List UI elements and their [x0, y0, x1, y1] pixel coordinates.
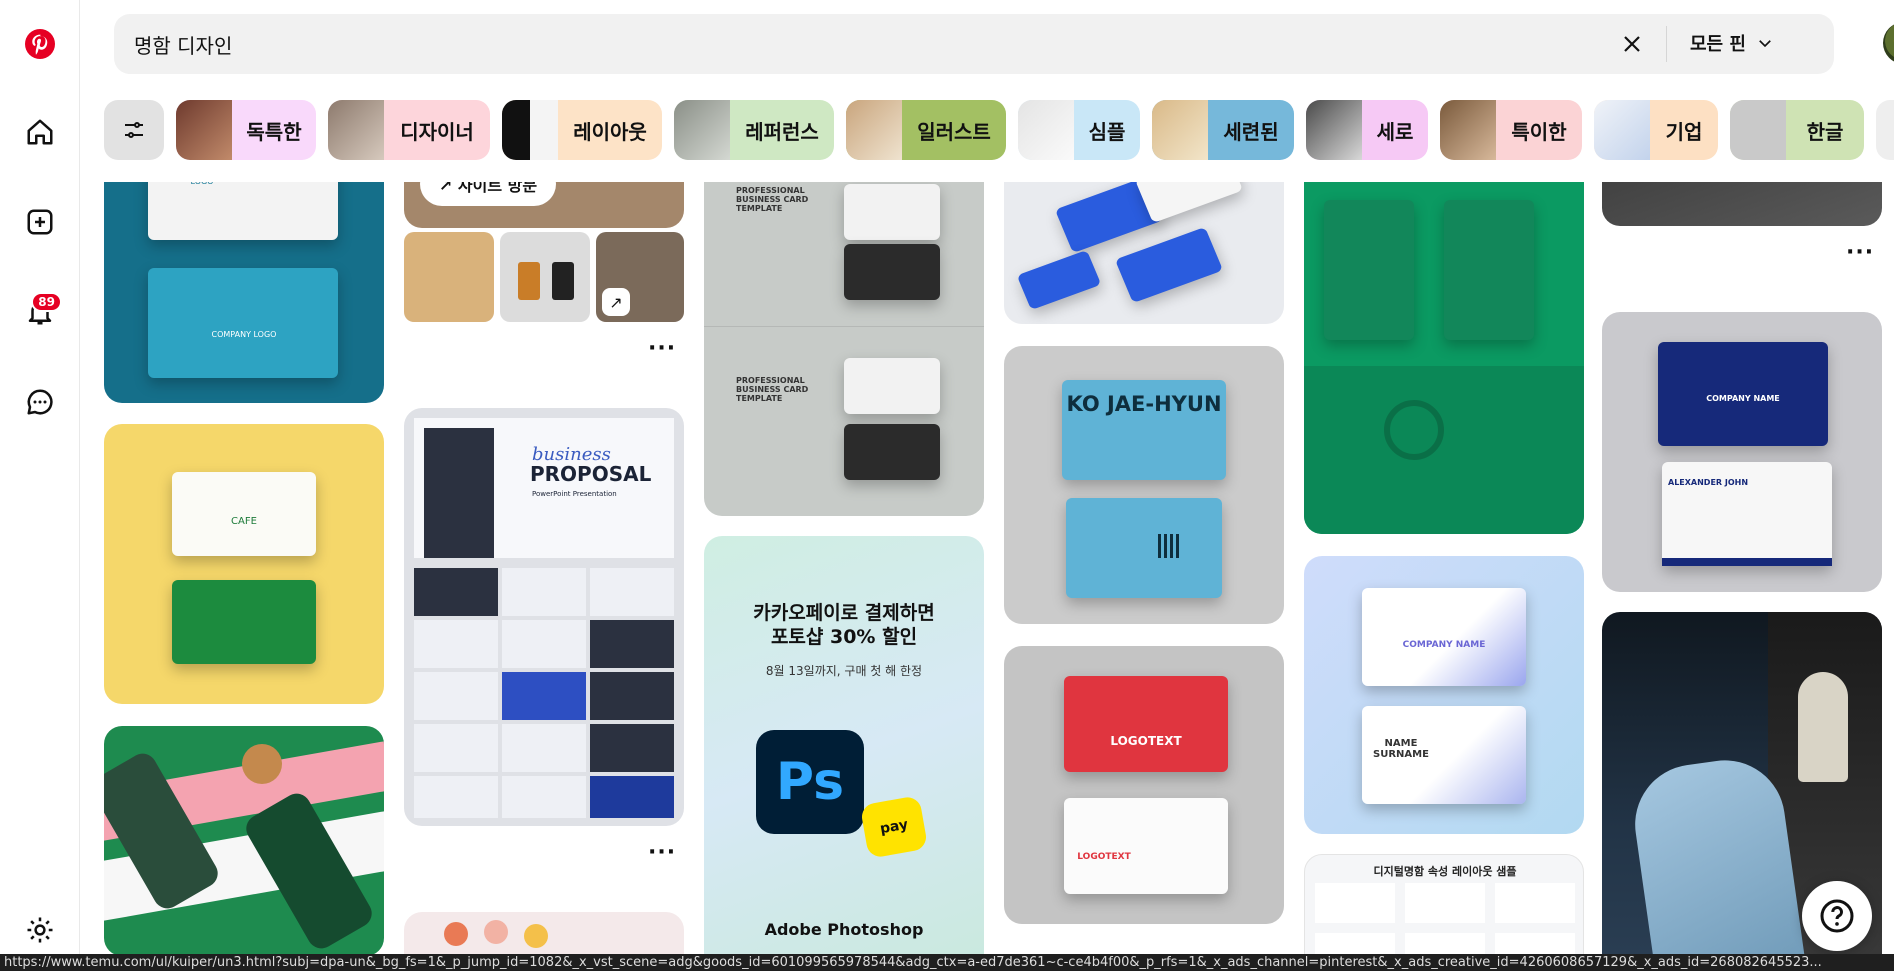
kakaopay-icon: pay [878, 816, 910, 838]
chip-9[interactable]: 기업 [1594, 100, 1718, 160]
pin-gradient-company-card[interactable]: COMPANY NAME NAME SURNAME [1304, 556, 1584, 834]
kakao-subtitle: 8월 13일까지, 구매 첫 해 한정 [765, 664, 923, 678]
pin-business-proposal[interactable]: business PROPOSAL PowerPoint Presentatio… [404, 408, 684, 826]
help-icon [1820, 899, 1854, 933]
pin-scope-label: 모든 핀 [1690, 34, 1746, 55]
notification-badge: 89 [31, 292, 62, 312]
pin-starbucks-phones[interactable] [104, 726, 384, 956]
adobe-photoshop-label: Adobe Photoshop [764, 920, 924, 939]
messages-icon[interactable] [18, 380, 62, 424]
chip-1[interactable]: 디자이너 [328, 100, 490, 160]
pin-green-cards[interactable] [1304, 140, 1584, 534]
company-logo-text-2: COMPANY LOGO [211, 330, 277, 339]
pin-logotext-cards[interactable]: LOGOTEXT LOGOTEXT [1004, 646, 1284, 924]
pin-thumb-1[interactable] [404, 232, 494, 322]
chip-label-5: 심플 [1088, 119, 1126, 144]
status-bar-url: https://www.temu.com/ul/kuiper/un3.html?… [0, 954, 1894, 971]
header: 모든 핀 독특한 디자이너 레이아웃 레퍼런스 [80, 0, 1894, 182]
photoshop-icon: Ps [775, 752, 845, 812]
pin-more-button-3[interactable]: ··· [1846, 240, 1874, 265]
proposal-sub: PowerPoint Presentation [532, 490, 617, 498]
chevron-down-icon [1759, 40, 1771, 48]
settings-icon[interactable] [18, 908, 62, 952]
chip-label-9: 기업 [1665, 119, 1703, 144]
filter-settings-button[interactable] [104, 100, 164, 160]
chip-0[interactable]: 독특한 [176, 100, 316, 160]
search-bar: 모든 핀 [114, 14, 1834, 74]
pin-professional-template[interactable]: PROFESSIONAL BUSINESS CARD TEMPLATE PROF… [704, 140, 984, 516]
chip-10[interactable]: 한글 [1730, 100, 1864, 160]
pin-cactus-cafe[interactable]: CAFE [104, 424, 384, 704]
template-title-1: PROFESSIONAL BUSINESS CARD TEMPLATE [736, 186, 809, 213]
chip-overflow[interactable] [1876, 100, 1894, 160]
pin-scope-dropdown[interactable]: 모든 핀 [1690, 30, 1774, 56]
chip-3[interactable]: 레퍼런스 [674, 100, 834, 160]
notifications-icon[interactable]: 89 [18, 290, 62, 334]
kakao-headline-1: 카카오페이로 결제하면 [753, 602, 935, 624]
search-divider [1666, 26, 1667, 62]
create-icon[interactable] [18, 200, 62, 244]
template-title-2: PROFESSIONAL BUSINESS CARD TEMPLATE [736, 376, 809, 403]
chip-label-7: 세로 [1376, 119, 1414, 144]
chip-label-6: 세련된 [1223, 119, 1279, 144]
chip-label-8: 특이한 [1511, 119, 1567, 144]
sidebar: 89 [0, 0, 80, 971]
alexander-label: ALEXANDER JOHN [1668, 478, 1749, 487]
pin-more-button-2[interactable]: ··· [648, 840, 676, 865]
open-link-icon[interactable]: ↗ [602, 288, 630, 316]
chip-8[interactable]: 특이한 [1440, 100, 1582, 160]
pin-ko-jae-hyun-card[interactable]: KO JAE-HYUN [1004, 346, 1284, 624]
kakao-headline-2: 포토샵 30% 할인 [770, 626, 918, 648]
cafe-label: CAFE [231, 516, 257, 527]
logotext-label-1: LOGOTEXT [1110, 734, 1182, 748]
logotext-label-2: LOGOTEXT [1077, 852, 1131, 862]
chip-4[interactable]: 일러스트 [846, 100, 1006, 160]
sliders-icon [125, 122, 143, 138]
pinterest-app: COMPANY LOGO COMPANY LOGO CAFE ↗ 사이트 방문 [0, 0, 1894, 971]
chip-2[interactable]: 레이아웃 [502, 100, 662, 160]
digital-card-title: 디지털명함 속성 레이아웃 샘플 [1373, 865, 1517, 878]
proposal-word-main: PROPOSAL [530, 462, 652, 486]
help-button[interactable] [1802, 881, 1872, 951]
chip-6[interactable]: 세련된 [1152, 100, 1294, 160]
home-icon[interactable] [18, 110, 62, 154]
filter-chips: 독특한 디자이너 레이아웃 레퍼런스 일러스트 심플 세련된 세로 특이한 기업… [104, 100, 1894, 160]
ko-jae-hyun-name: KO JAE-HYUN [1066, 392, 1222, 416]
chip-label-1: 디자이너 [400, 119, 474, 144]
chip-5[interactable]: 심플 [1018, 100, 1140, 160]
company-name-blue-label: COMPANY NAME [1706, 394, 1780, 403]
company-name-label: COMPANY NAME [1402, 640, 1486, 650]
search-input[interactable] [114, 32, 1534, 56]
chip-label-3: 레퍼런스 [745, 119, 819, 144]
chip-label-4: 일러스트 [917, 119, 991, 144]
clear-search-icon[interactable] [1617, 29, 1647, 59]
pin-thumb-3[interactable]: ↗ [596, 232, 684, 322]
pinterest-logo-icon[interactable] [18, 22, 62, 66]
pin-more-button-1[interactable]: ··· [648, 336, 676, 361]
pin-thumb-2[interactable] [500, 232, 590, 322]
pin-navy-company-card[interactable]: COMPANY NAME ALEXANDER JOHN [1602, 312, 1882, 592]
name-surname-label: NAME SURNAME [1373, 738, 1429, 760]
chip-label-2: 레이아웃 [573, 119, 647, 144]
chip-label-0: 독특한 [246, 119, 302, 144]
avatar[interactable] [1883, 22, 1894, 64]
chip-label-10: 한글 [1806, 119, 1844, 144]
chip-7[interactable]: 세로 [1306, 100, 1428, 160]
pin-kakao-photoshop-ad[interactable]: 카카오페이로 결제하면 포토샵 30% 할인 8월 13일까지, 구매 첫 해 … [704, 536, 984, 971]
